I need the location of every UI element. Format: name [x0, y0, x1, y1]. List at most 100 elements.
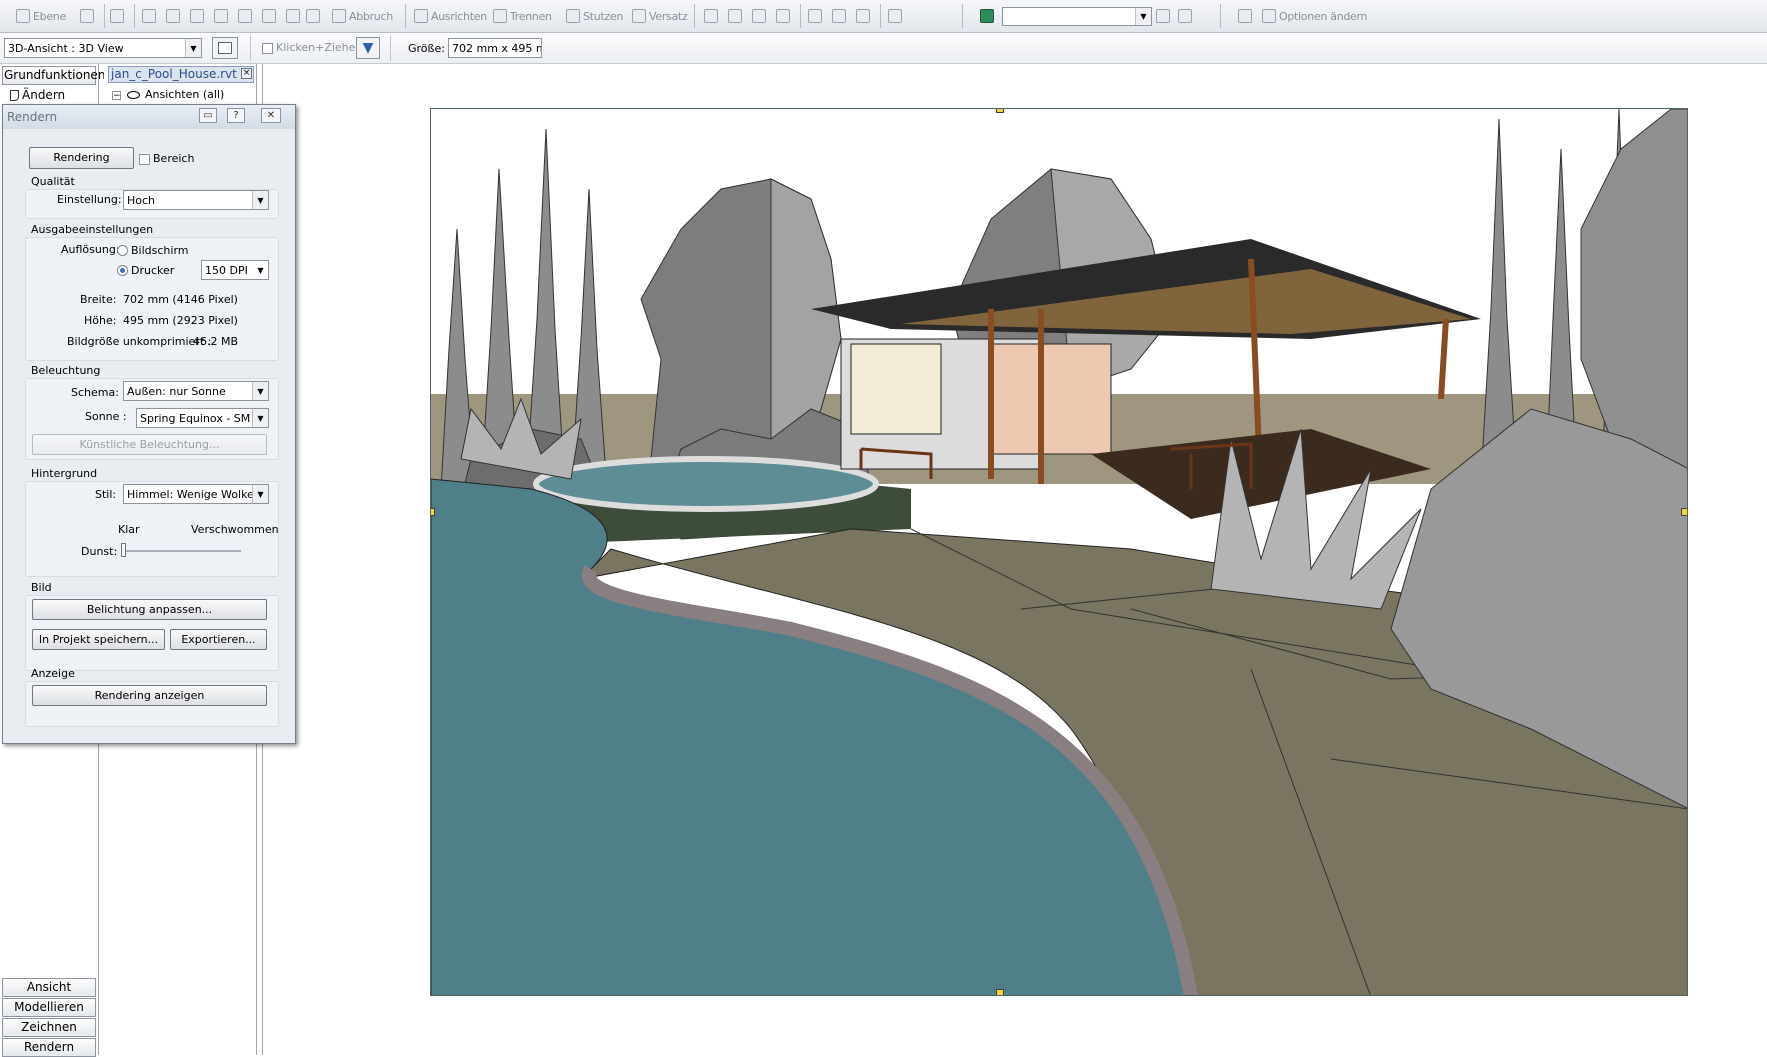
stutzen-button[interactable]: Stutzen — [566, 5, 623, 27]
tab-zeichnen[interactable]: Zeichnen — [2, 1018, 96, 1037]
project-file-name: jan_c_Pool_House.rvt - ... — [111, 67, 254, 81]
background-style-select[interactable]: Himmel: Wenige Wolken ▼ — [123, 484, 269, 504]
quality-setting-value: Hoch — [127, 193, 156, 207]
group-button-3[interactable] — [752, 5, 769, 27]
screen-radio[interactable] — [117, 245, 128, 256]
views-tree-root[interactable]: − Ansichten (all) — [112, 88, 224, 101]
ebene-button[interactable]: Ebene — [16, 5, 66, 27]
tab-ansicht[interactable]: Ansicht — [2, 978, 96, 997]
crop-grip-right[interactable] — [1681, 508, 1687, 516]
measure-icon — [888, 9, 902, 23]
group-button-4[interactable] — [776, 5, 793, 27]
click-drag-option[interactable]: Klicken+Ziehen — [262, 41, 362, 54]
quality-setting-select[interactable]: Hoch ▼ — [123, 190, 269, 210]
help-icon[interactable]: ? — [227, 108, 245, 123]
host-button-1[interactable] — [808, 5, 825, 27]
ausrichten-button[interactable]: Ausrichten — [414, 5, 487, 27]
size-field[interactable]: 702 mm x 495 mm — [448, 38, 542, 58]
modify-tool[interactable]: Ändern — [10, 88, 65, 102]
export-button[interactable]: Exportieren... — [170, 629, 267, 650]
save-to-project-button[interactable]: In Projekt speichern... — [32, 629, 165, 650]
rendering-button[interactable]: Rendering — [29, 147, 134, 169]
chevron-down-icon: ▼ — [185, 39, 201, 57]
rendered-3d-view[interactable] — [430, 108, 1688, 996]
toolbar-separator — [390, 35, 391, 61]
properties-icon — [218, 42, 232, 54]
abbruch-button[interactable]: Abbruch — [332, 5, 393, 27]
screen-option-label: Bildschirm — [131, 244, 189, 257]
align-icon — [414, 9, 428, 23]
render-image-button[interactable] — [1156, 5, 1173, 27]
haze-slider-track[interactable] — [123, 550, 241, 552]
measure-button[interactable] — [888, 5, 905, 27]
rendering-button-label: Rendering — [53, 151, 110, 164]
crop-grip-top[interactable] — [996, 109, 1004, 113]
artificial-lighting-button[interactable]: Künstliche Beleuchtung... — [32, 434, 267, 455]
tab-grundfunktionen[interactable]: Grundfunktionen — [2, 66, 105, 85]
crop-grip-bottom[interactable] — [996, 989, 1004, 995]
setting-label: Einstellung: — [57, 193, 122, 206]
group-icon — [704, 9, 718, 23]
paint-button[interactable] — [190, 5, 207, 27]
collapse-icon[interactable]: − — [112, 90, 121, 100]
click-drag-checkbox[interactable] — [262, 42, 273, 54]
dpi-select[interactable]: 150 DPI ▼ — [201, 260, 269, 280]
properties-button[interactable] — [212, 37, 238, 59]
tab-modellieren[interactable]: Modellieren — [2, 998, 96, 1017]
rotate-button[interactable] — [262, 5, 279, 27]
background-group-label: Hintergrund — [31, 467, 98, 480]
toolbar-separator — [694, 4, 695, 28]
list-button[interactable] — [1238, 5, 1255, 27]
scheme-select[interactable]: Außen: nur Sonne ▼ — [123, 381, 269, 401]
picture-icon — [1156, 9, 1170, 23]
group-button-2[interactable] — [728, 5, 745, 27]
trennen-button[interactable]: Trennen — [493, 5, 552, 27]
clear-label: Klar — [118, 523, 140, 536]
width-value: 702 mm (4146 Pixel) — [123, 293, 238, 306]
sun-select[interactable]: Spring Equinox - SM 3p ▼ — [136, 408, 269, 428]
output-group-label: Ausgabeeinstellungen — [31, 223, 154, 236]
array-button[interactable] — [286, 5, 303, 27]
paint-icon — [190, 9, 204, 23]
copy-button[interactable] — [214, 5, 231, 27]
dimension-button[interactable] — [142, 5, 159, 27]
region-option[interactable]: Bereich — [139, 152, 194, 165]
project-browser-title[interactable]: jan_c_Pool_House.rvt - ... — [108, 66, 254, 83]
host-icon — [808, 9, 822, 23]
wall-panel-peach — [990, 343, 1112, 455]
restore-icon[interactable]: ▭ — [199, 108, 217, 123]
tab-rendern[interactable]: Rendern — [2, 1038, 96, 1057]
printer-radio[interactable] — [117, 265, 128, 276]
copy-icon — [214, 9, 228, 23]
view-selector[interactable]: 3D-Ansicht : 3D View ▼ — [4, 38, 202, 58]
link-image-button[interactable] — [1178, 5, 1195, 27]
region-checkbox[interactable] — [139, 153, 150, 165]
close-icon[interactable]: × — [241, 68, 252, 79]
host-button-3[interactable] — [856, 5, 873, 27]
tab-rendern-label: Rendern — [23, 1040, 75, 1054]
toolbar-combo[interactable]: ▼ — [1002, 7, 1152, 26]
optionen-button[interactable]: Optionen ändern — [1262, 5, 1368, 27]
render-dialog-titlebar[interactable]: Rendern ▭ ? ✕ — [3, 105, 295, 129]
mirror-button[interactable] — [238, 5, 255, 27]
height-label: Höhe: — [84, 314, 117, 327]
filter-button[interactable]: ▼ — [356, 37, 380, 59]
show-rendering-button[interactable]: Rendering anzeigen — [32, 685, 267, 706]
trim-icon — [566, 9, 580, 23]
crop-grip-left[interactable] — [431, 508, 435, 516]
adjust-exposure-button[interactable]: Belichtung anpassen... — [32, 599, 267, 620]
match-button[interactable] — [110, 5, 127, 27]
group-button-1[interactable] — [704, 5, 721, 27]
option-bar: 3D-Ansicht : 3D View ▼ Klicken+Ziehen ▼ … — [0, 33, 1767, 64]
render-image — [431, 109, 1687, 995]
pick-button[interactable] — [166, 5, 183, 27]
scale-button[interactable] — [306, 5, 323, 27]
dpi-value: 150 DPI — [205, 263, 248, 277]
size-field-value: 702 mm x 495 mm — [452, 41, 541, 55]
image-button[interactable] — [980, 5, 997, 27]
host-button-2[interactable] — [832, 5, 849, 27]
haze-slider-thumb[interactable] — [121, 543, 126, 557]
close-icon[interactable]: ✕ — [261, 108, 281, 123]
grid-button[interactable] — [80, 5, 97, 27]
versatz-button[interactable]: Versatz — [632, 5, 688, 27]
